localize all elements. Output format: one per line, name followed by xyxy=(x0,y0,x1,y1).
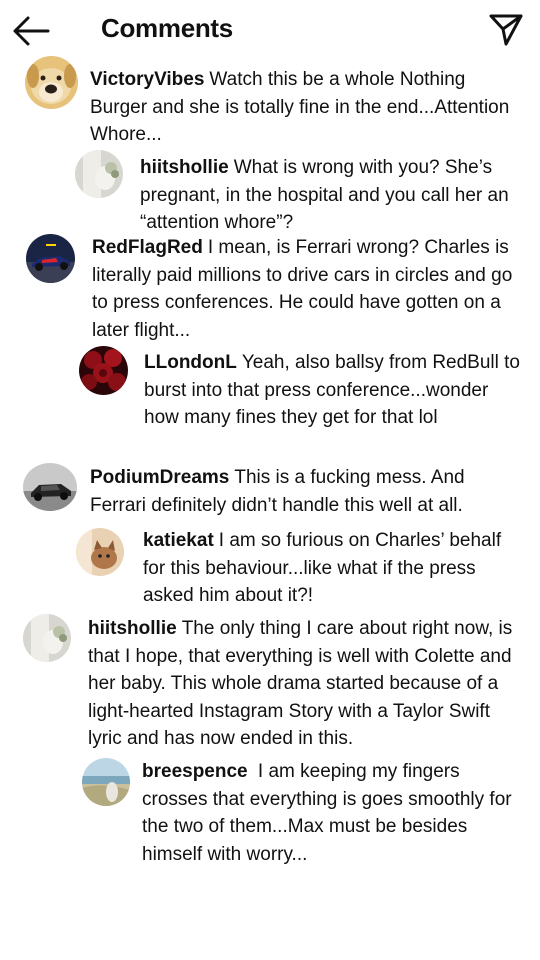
comment-body: VictoryVibes Watch this be a whole Nothin… xyxy=(90,66,520,149)
comment-username[interactable]: RedFlagRed xyxy=(92,237,203,258)
comment-username[interactable]: breespence xyxy=(142,761,248,782)
race-car-avatar-image xyxy=(26,234,75,283)
comment-body: LLondonL Yeah, also ballsy from RedBull t… xyxy=(144,349,524,432)
comment-username[interactable]: katiekat xyxy=(143,530,214,551)
comment-username[interactable]: VictoryVibes xyxy=(90,69,204,90)
comment-username[interactable]: hiitshollie xyxy=(140,157,229,178)
avatar[interactable] xyxy=(25,56,78,109)
comment-body: katiekat I am so furious on Charles’ beha… xyxy=(143,527,523,610)
send-button[interactable] xyxy=(488,12,524,48)
cat-avatar-image xyxy=(76,528,124,576)
bride-avatar-image xyxy=(75,150,123,198)
comments-header: Comments xyxy=(0,0,540,60)
sports-car-avatar-image xyxy=(23,463,77,511)
avatar[interactable] xyxy=(79,346,128,395)
comment-body: hiitshollie The only thing I care about r… xyxy=(88,615,518,753)
avatar[interactable] xyxy=(75,150,123,198)
reply-item: breespence I am keeping my fingers cross… xyxy=(0,756,540,876)
comment-body: RedFlagRed I mean, is Ferrari wrong? Char… xyxy=(92,234,522,344)
avatar[interactable] xyxy=(76,528,124,576)
reply-item: katiekat I am so furious on Charles’ beha… xyxy=(0,526,540,614)
avatar[interactable] xyxy=(82,758,130,806)
bride-avatar-image xyxy=(23,614,71,662)
arrow-left-icon xyxy=(13,16,50,46)
reply-item: hiitshollie What is wrong with you? She’s… xyxy=(0,148,540,236)
comment-body: hiitshollie What is wrong with you? She’s… xyxy=(140,154,520,237)
avatar[interactable] xyxy=(26,234,75,283)
avatar[interactable] xyxy=(23,463,77,511)
comment-username[interactable]: hiitshollie xyxy=(88,618,177,639)
comment-item: hiitshollie The only thing I care about r… xyxy=(0,612,540,756)
comment-body: breespence I am keeping my fingers cross… xyxy=(142,758,522,868)
comment-username[interactable]: LLondonL xyxy=(144,352,237,373)
comment-body: PodiumDreams This is a fucking mess. And … xyxy=(90,464,520,519)
page-title: Comments xyxy=(101,13,233,43)
comment-username[interactable]: PodiumDreams xyxy=(90,467,229,488)
dog-avatar-image xyxy=(25,56,78,109)
beach-avatar-image xyxy=(82,758,130,806)
comment-item: VictoryVibes Watch this be a whole Nothin… xyxy=(0,54,540,150)
paper-plane-icon xyxy=(489,14,523,46)
avatar[interactable] xyxy=(23,614,71,662)
back-button[interactable] xyxy=(12,14,50,48)
comment-item: RedFlagRed I mean, is Ferrari wrong? Char… xyxy=(0,232,540,344)
roses-avatar-image xyxy=(79,346,128,395)
comment-item: PodiumDreams This is a fucking mess. And … xyxy=(0,462,540,524)
reply-item: LLondonL Yeah, also ballsy from RedBull t… xyxy=(0,344,540,462)
